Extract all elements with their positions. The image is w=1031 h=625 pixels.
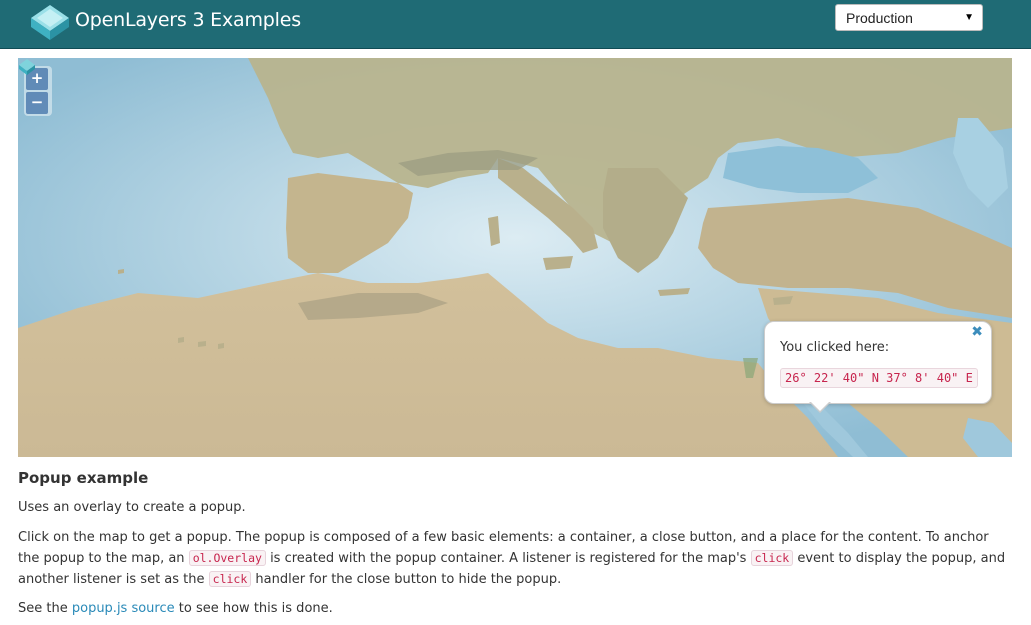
zoom-out-button[interactable]: − [26,92,48,114]
version-select[interactable]: Production ▼ [835,4,983,31]
map-viewport[interactable]: + − ✖ You clicked here: 26° 22' 40" N 37… [18,58,1012,457]
navbar: OpenLayers 3 Examples Production ▼ [0,0,1031,49]
version-select-value: Production [846,10,913,26]
source-note: See the popup.js source to see how this … [18,599,333,619]
see-prefix: See the [18,601,72,616]
popup-close-icon[interactable]: ✖ [971,324,983,340]
source-link[interactable]: popup.js source [72,601,175,616]
code-click-2: click [208,571,252,587]
sicily [543,256,573,270]
attribution-logo-icon[interactable] [18,58,36,76]
popup-label: You clicked here: [780,340,890,355]
openlayers-logo-icon[interactable] [29,3,71,43]
brand-title[interactable]: OpenLayers 3 Examples [75,9,301,31]
page-title: Popup example [18,469,149,487]
map-popup: ✖ You clicked here: 26° 22' 40" N 37° 8'… [764,321,992,413]
popup-tail-inner [810,401,830,411]
long-description: Click on the map to get a popup. The pop… [18,528,1008,590]
caret-down-icon: ▼ [964,12,974,23]
code-click-1: click [750,550,794,566]
see-suffix: to see how this is done. [174,601,333,616]
desc-text-4: handler for the close button to hide the… [251,572,562,587]
short-description: Uses an overlay to create a popup. [18,500,246,515]
popup-coordinate: 26° 22' 40" N 37° 8' 40" E [780,368,978,388]
code-ol-overlay: ol.Overlay [188,550,266,566]
example-description: Popup example Uses an overlay to create … [18,468,1018,616]
desc-text-2: is created with the popup container. A l… [265,551,751,566]
